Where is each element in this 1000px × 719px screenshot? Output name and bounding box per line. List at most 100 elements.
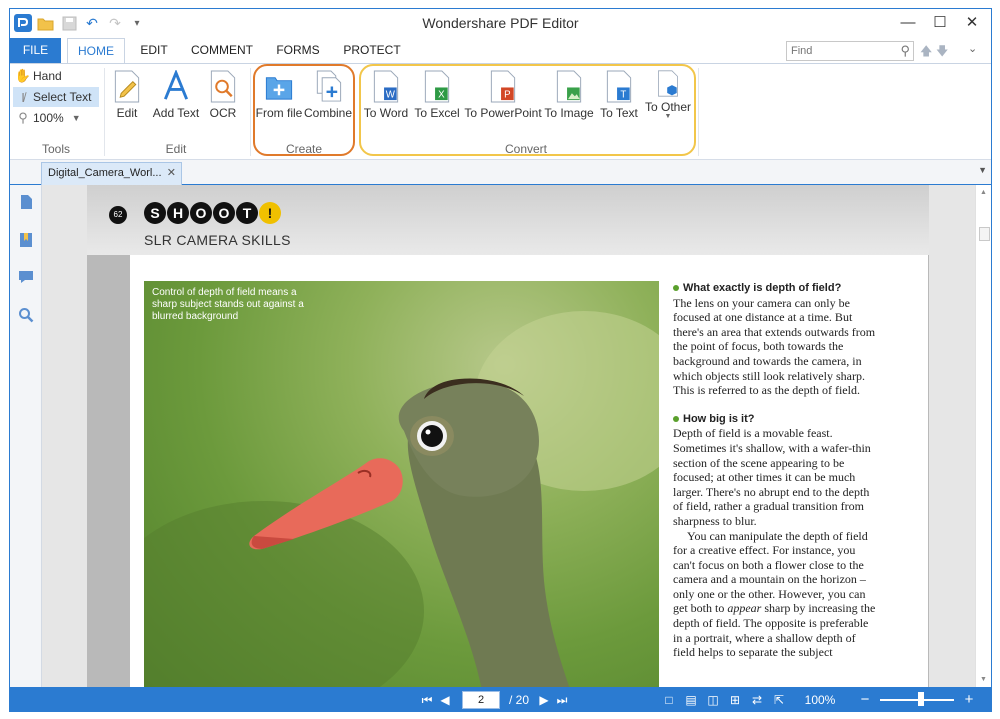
to-word-button[interactable]: W To Word xyxy=(364,70,408,120)
tab-file[interactable]: FILE xyxy=(10,38,61,63)
svg-text:W: W xyxy=(386,90,396,101)
logo-letter: S xyxy=(144,202,166,224)
to-text-button[interactable]: T To Text xyxy=(599,70,639,120)
facing-view-icon[interactable]: ◫ xyxy=(705,691,721,709)
document-canvas[interactable]: 62 S H O O T ! SLR CAMERA SKILLS Control… xyxy=(42,185,975,687)
zoom-level-value: 100% xyxy=(804,693,836,707)
combine-button[interactable]: Combine xyxy=(304,70,352,120)
from-file-button[interactable]: From file xyxy=(255,70,303,120)
to-excel-button[interactable]: X To Excel xyxy=(414,70,460,120)
scroll-down-icon[interactable]: ▼ xyxy=(980,676,987,683)
add-text-label: Add Text xyxy=(152,106,200,120)
thumbnail-view-icon[interactable]: ⊞ xyxy=(727,691,743,709)
close-tab-icon[interactable]: ✕ xyxy=(167,163,176,184)
to-text-label: To Text xyxy=(600,106,638,120)
tab-edit[interactable]: EDIT xyxy=(130,38,178,63)
maximize-icon[interactable]: ☐ xyxy=(924,12,956,34)
page-number-input[interactable] xyxy=(462,691,500,709)
hand-tool[interactable]: ✋ Hand xyxy=(13,66,99,86)
group-divider xyxy=(250,68,251,156)
zoom-in-button[interactable]: + xyxy=(962,691,976,709)
logo-letter: H xyxy=(167,202,189,224)
page-content: Control of depth of field means a sharp … xyxy=(130,255,928,687)
tab-comment[interactable]: COMMENT xyxy=(186,38,258,63)
edit-group-label: Edit xyxy=(165,142,187,156)
fit-page-icon[interactable]: ⇱ xyxy=(771,691,787,709)
select-text-label: Select Text xyxy=(33,90,92,104)
tab-list-icon[interactable]: ▼ xyxy=(978,165,987,175)
logo-letter: T xyxy=(236,202,258,224)
to-other-button[interactable]: To Other ▼ xyxy=(645,70,691,120)
create-group-label: Create xyxy=(285,142,323,156)
edit-label: Edit xyxy=(116,106,138,120)
article-text: What exactly is depth of field? The lens… xyxy=(673,281,878,660)
document-tab-title: Digital_Camera_Worl... xyxy=(48,167,162,179)
from-file-icon xyxy=(265,77,293,100)
from-file-label: From file xyxy=(255,106,303,120)
ocr-button[interactable]: OCR xyxy=(209,70,237,120)
logo-letter: ! xyxy=(259,202,281,224)
group-divider xyxy=(698,68,699,156)
tab-protect[interactable]: PROTECT xyxy=(338,38,406,63)
collapse-ribbon-icon[interactable]: ⌄ xyxy=(968,42,977,55)
to-powerpoint-button[interactable]: P To PowerPoint xyxy=(464,70,542,120)
next-page-icon[interactable]: ▶ xyxy=(537,691,551,709)
find-previous-icon[interactable]: 🡅 xyxy=(920,42,932,63)
pages-icon[interactable] xyxy=(18,194,34,210)
tab-forms[interactable]: FORMS xyxy=(270,38,326,63)
svg-text:T: T xyxy=(620,90,626,101)
to-excel-label: To Excel xyxy=(414,106,460,120)
to-image-button[interactable]: To Image xyxy=(544,70,594,120)
page-number-badge: 62 xyxy=(109,206,127,224)
hand-label: Hand xyxy=(33,69,62,83)
article-paragraph: You can manipulate the depth of field fo… xyxy=(673,529,878,660)
find-input[interactable] xyxy=(787,42,887,60)
search-icon[interactable] xyxy=(18,307,34,323)
select-text-tool[interactable]: I̸ Select Text xyxy=(13,87,99,107)
last-page-icon[interactable]: ⏭ xyxy=(555,691,569,709)
document-tab-strip: Digital_Camera_Worl... ✕ ▼ xyxy=(10,160,991,185)
zoom-slider-thumb[interactable] xyxy=(917,692,924,706)
window-title: Wondershare PDF Editor xyxy=(422,15,579,31)
comment-icon[interactable] xyxy=(18,269,34,285)
zoom-out-button[interactable]: − xyxy=(858,691,872,709)
logo-letter: O xyxy=(190,202,212,224)
fit-width-icon[interactable]: ⇄ xyxy=(749,691,765,709)
svg-text:P: P xyxy=(504,90,510,101)
bookmark-icon[interactable] xyxy=(18,232,34,248)
shoot-logo: S H O O T ! xyxy=(144,202,281,224)
close-icon[interactable]: ✕ xyxy=(956,12,988,34)
to-powerpoint-label: To PowerPoint xyxy=(464,106,542,120)
status-bar: ⏮ ◀ / 20 ▶ ⏭ □ ▤ ◫ ⊞ ⇄ ⇱ 100% ▼ − + xyxy=(10,687,991,711)
scroll-thumb[interactable] xyxy=(979,227,990,241)
left-panel-rail xyxy=(10,185,42,687)
powerpoint-icon: P xyxy=(490,70,516,103)
article-heading: How big is it? xyxy=(673,412,878,427)
edit-button[interactable]: Edit xyxy=(114,70,140,120)
add-text-button[interactable]: Add Text xyxy=(152,70,200,120)
text-cursor-icon: I̸ xyxy=(21,89,25,105)
previous-page-icon[interactable]: ◀ xyxy=(438,691,452,709)
duck-illustration xyxy=(144,311,659,687)
search-icon[interactable]: ⚲ xyxy=(900,43,910,59)
scroll-up-icon[interactable]: ▲ xyxy=(980,189,987,196)
zoom-dropdown[interactable]: ⚲ 100% ▼ xyxy=(13,108,99,128)
chevron-down-icon: ▼ xyxy=(664,113,672,120)
first-page-icon[interactable]: ⏮ xyxy=(420,691,434,709)
to-other-label: To Other xyxy=(644,100,692,114)
combine-icon xyxy=(316,70,342,102)
zoom-level[interactable]: 100% ▼ xyxy=(800,691,840,709)
zoom-icon: ⚲ xyxy=(18,110,28,125)
vertical-scrollbar[interactable]: ▲ ▼ xyxy=(975,185,991,687)
single-page-view-icon[interactable]: □ xyxy=(661,691,677,709)
continuous-view-icon[interactable]: ▤ xyxy=(683,691,699,709)
document-tab[interactable]: Digital_Camera_Worl... ✕ xyxy=(41,162,182,185)
pdf-page: 62 S H O O T ! SLR CAMERA SKILLS Control… xyxy=(87,185,929,687)
minimize-icon[interactable]: — xyxy=(892,12,924,34)
logo-letter: O xyxy=(213,202,235,224)
tab-home[interactable]: HOME xyxy=(67,38,125,64)
article-paragraph: The lens on your camera can only be focu… xyxy=(673,295,876,398)
find-next-icon[interactable]: 🡇 xyxy=(936,42,948,63)
title-bar: ↶ ↷ ▾ Wondershare PDF Editor — ☐ ✕ xyxy=(10,9,991,38)
